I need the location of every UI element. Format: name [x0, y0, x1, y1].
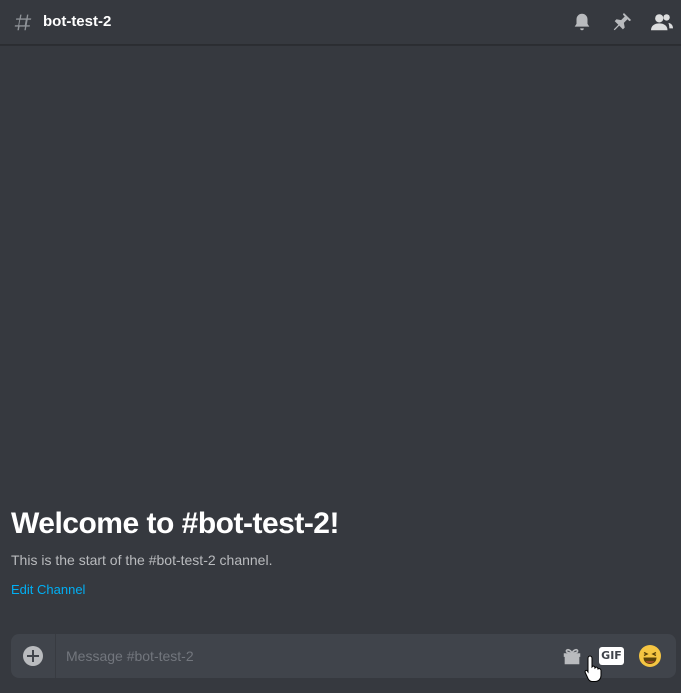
edit-channel-link[interactable]: Edit Channel [11, 582, 85, 597]
notification-settings-button[interactable] [569, 9, 595, 35]
hash-icon [14, 14, 32, 31]
discord-channel-view: bot-test-2 Welcome to #bot-test-2! This … [0, 0, 681, 693]
add-attachment-button[interactable] [23, 646, 43, 666]
members-icon [651, 14, 673, 31]
channel-name: bot-test-2 [43, 13, 112, 30]
welcome-subtitle: This is the start of the #bot-test-2 cha… [11, 552, 273, 568]
pinned-messages-button[interactable] [609, 9, 635, 35]
header-toolbar [569, 9, 675, 35]
composer-divider [55, 634, 56, 678]
channel-welcome: Welcome to #bot-test-2! This is the star… [11, 505, 671, 599]
channel-header: bot-test-2 [0, 0, 681, 45]
emoji-icon[interactable] [638, 644, 662, 668]
message-composer: GIF [11, 634, 676, 678]
member-list-button[interactable] [649, 9, 675, 35]
gift-icon[interactable] [561, 645, 583, 667]
welcome-title: Welcome to #bot-test-2! [11, 507, 339, 540]
gif-button[interactable]: GIF [599, 647, 624, 665]
message-input[interactable] [66, 634, 546, 678]
pin-icon [613, 12, 632, 31]
bell-icon [574, 13, 590, 31]
